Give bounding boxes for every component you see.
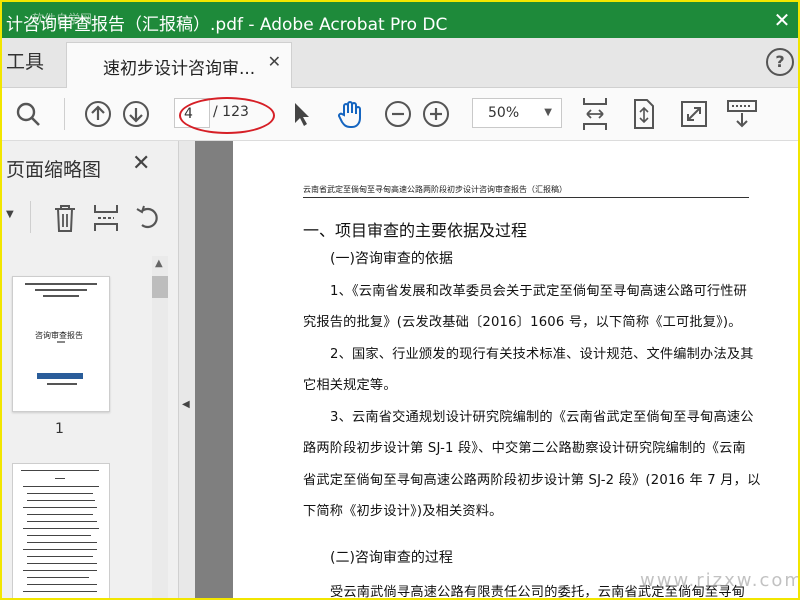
thumbnail-line: [27, 577, 89, 578]
window-title: 计咨询审查报告（汇报稿）.pdf - Adobe Acrobat Pro DC: [6, 15, 448, 35]
zoom-out-icon[interactable]: [382, 98, 414, 130]
thumbnail-scrollbar[interactable]: ▲: [152, 256, 168, 598]
body-text-line: 下简称《初步设计》)及相关资料。: [303, 504, 503, 519]
zoom-value: 50%: [488, 105, 520, 121]
next-page-icon[interactable]: [120, 98, 152, 130]
thumbnail-line: [27, 584, 97, 585]
document-page: 云南省武定至倘甸至寻甸高速公路两阶段初步设计咨询审查报告（汇报稿） 一、项目审查…: [233, 141, 798, 598]
thumbnail-line: [23, 486, 99, 487]
panel-toolbar: ▼: [2, 199, 178, 239]
thumbnail-logo: [37, 373, 83, 379]
tab-bar: 工具 速初步设计咨询审... ✕ ?: [2, 38, 798, 88]
close-panel-icon[interactable]: ✕: [132, 151, 150, 176]
select-cursor-icon[interactable]: [285, 98, 317, 130]
thumbnail-line: [27, 535, 91, 536]
body-text-line: 2、国家、行业颁发的现行有关技术标准、设计规范、文件编制办法及其: [330, 347, 754, 362]
body-text-line: 它相关规定等。: [303, 378, 397, 393]
thumbnail-line: [23, 528, 99, 529]
section-heading: 一、项目审查的主要依据及过程: [303, 221, 528, 240]
scroll-up-icon[interactable]: ▲: [155, 258, 163, 269]
red-highlight-annotation: [179, 97, 275, 134]
thumbnail-line: [27, 493, 93, 494]
thumbnail-line: [23, 591, 97, 592]
collapse-panel-icon[interactable]: ◀: [182, 399, 190, 410]
fit-page-icon[interactable]: [579, 98, 611, 130]
help-icon[interactable]: ?: [766, 48, 794, 76]
thumbnail-line: [47, 383, 77, 385]
thumbnail-line: [27, 542, 97, 543]
close-window-icon[interactable]: ✕: [768, 6, 796, 34]
thumbnail-line: [27, 500, 95, 501]
hand-tool-icon[interactable]: [334, 98, 366, 130]
search-icon[interactable]: [12, 98, 44, 130]
previous-page-icon[interactable]: [82, 98, 114, 130]
page-thumbnail[interactable]: 咨询审查报告: [12, 276, 110, 412]
insert-page-icon[interactable]: [92, 203, 120, 233]
document-viewer[interactable]: 云南省武定至倘甸至寻甸高速公路两阶段初步设计咨询审查报告（汇报稿） 一、项目审查…: [195, 141, 798, 598]
thumbnail-line: [35, 289, 87, 291]
thumbnail-heading: 咨询审查报告: [35, 331, 83, 340]
thumbnail-line: [57, 341, 65, 343]
body-text-line: 究报告的批复》(云发改基础〔2016〕1606 号，以下简称《工可批复》)。: [303, 315, 742, 330]
title-bar: 软件自学网 计咨询审查报告（汇报稿）.pdf - Adobe Acrobat P…: [2, 2, 798, 38]
rotate-view-icon[interactable]: [628, 98, 660, 130]
body-text-line: 1、《云南省发展和改革委员会关于武定至倘甸至寻甸高速公路可行性研: [330, 284, 747, 299]
thumbnail-line: [43, 295, 79, 297]
page-thumbnail[interactable]: [12, 463, 110, 598]
scrollbar-thumb[interactable]: [152, 276, 168, 298]
toolbar: [2, 88, 798, 141]
thumbnail-line: [23, 507, 97, 508]
acrobat-window: 软件自学网 计咨询审查报告（汇报稿）.pdf - Adobe Acrobat P…: [0, 0, 800, 600]
body-text-line: 3、云南省交通规划设计研究院编制的《云南省武定至倘甸至寻甸高速公: [330, 410, 754, 425]
zoom-in-icon[interactable]: [420, 98, 452, 130]
thumbnail-page-number: 1: [55, 421, 64, 437]
chevron-down-icon: ▼: [544, 107, 552, 118]
thumbnail-line: [55, 478, 65, 479]
thumbnail-line: [27, 563, 97, 564]
options-dropdown-icon[interactable]: ▼: [6, 209, 14, 220]
rotate-page-icon[interactable]: [134, 203, 162, 233]
close-tab-icon[interactable]: ✕: [268, 52, 281, 71]
thumbnail-line: [27, 556, 93, 557]
read-mode-icon[interactable]: [726, 98, 758, 130]
toolbar-divider: [64, 98, 65, 130]
thumbnail-line: [21, 470, 99, 471]
site-watermark: www.rjzxw.com: [640, 570, 800, 591]
thumbnails-panel: 页面缩略图 ✕ ▼ ▲ 咨询审查报告 1: [2, 141, 179, 598]
panel-collapse-strip[interactable]: ◀: [179, 141, 195, 598]
trash-icon[interactable]: [52, 203, 78, 233]
page-header: 云南省武定至倘甸至寻甸高速公路两阶段初步设计咨询审查报告（汇报稿）: [303, 185, 567, 194]
thumbnail-line: [27, 514, 93, 515]
subsection-heading: (一)咨询审查的依据: [330, 251, 453, 267]
thumbnail-line: [23, 570, 97, 571]
tab-document-label: 速初步设计咨询审...: [103, 59, 256, 79]
subsection-heading: (二)咨询审查的过程: [330, 550, 453, 566]
panel-divider: [30, 201, 31, 233]
tab-tools[interactable]: 工具: [2, 38, 64, 87]
panel-title: 页面缩略图: [6, 159, 102, 181]
tab-document[interactable]: 速初步设计咨询审... ✕: [66, 42, 292, 88]
full-screen-icon[interactable]: [678, 98, 710, 130]
thumbnail-line: [23, 549, 97, 550]
body-text-line: 省武定至倘甸至寻甸高速公路两阶段初步设计第 SJ-2 段》(2016 年 7 月…: [303, 473, 761, 488]
header-rule: [303, 197, 749, 198]
thumbnail-line: [25, 283, 97, 285]
zoom-select[interactable]: 50% ▼: [472, 98, 562, 128]
thumbnail-line: [27, 521, 97, 522]
body-text-line: 路两阶段初步设计第 SJ-1 段》、中交第二公路勘察设计研究院编制的《云南: [303, 441, 746, 456]
